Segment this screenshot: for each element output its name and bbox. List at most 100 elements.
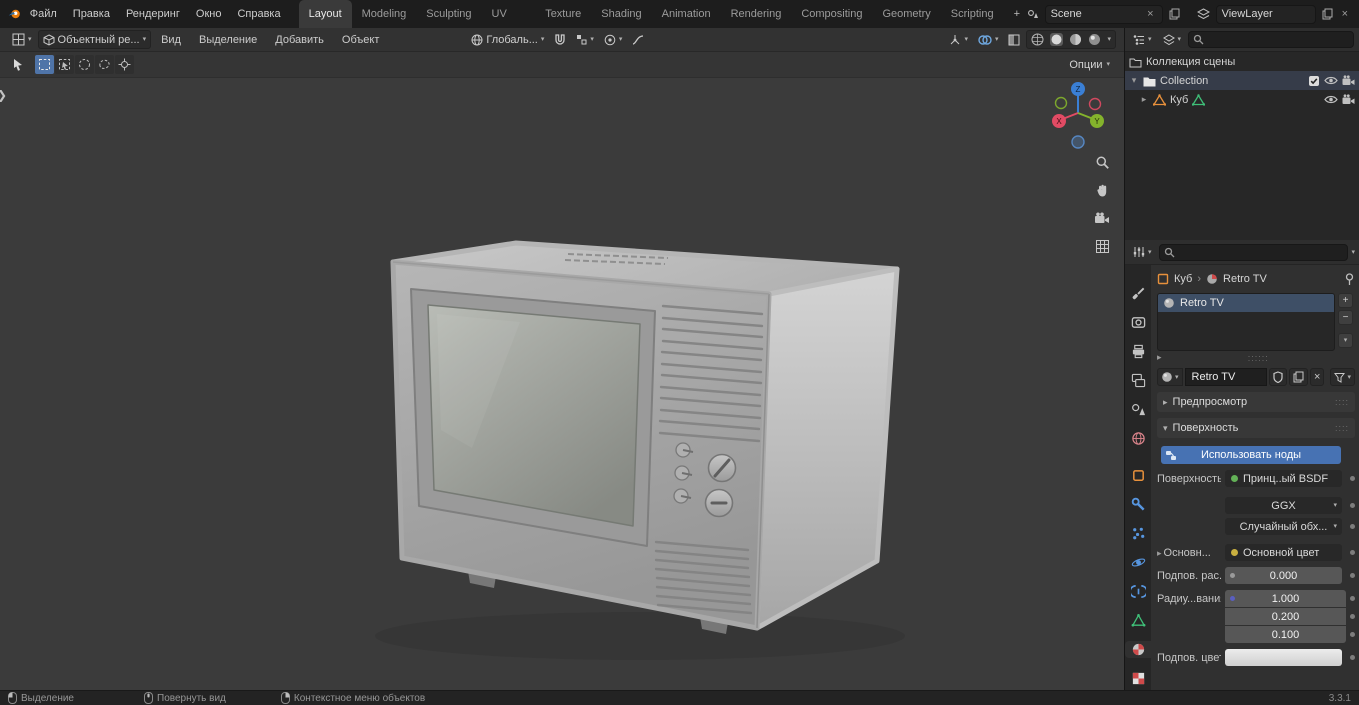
outliner-row-scene-collection[interactable]: Коллекция сцены bbox=[1125, 52, 1359, 71]
overlays-toggle[interactable]: ▾ bbox=[974, 30, 1003, 49]
outliner-display-mode[interactable]: ▾ bbox=[1159, 30, 1186, 49]
pin-icon[interactable] bbox=[1344, 272, 1355, 286]
tab-object[interactable] bbox=[1125, 467, 1151, 484]
panel-preview-header[interactable]: ▸ Предпросмотр :::: bbox=[1157, 392, 1355, 412]
add-workspace-button[interactable]: + bbox=[1004, 0, 1024, 28]
remove-slot-button[interactable]: − bbox=[1338, 310, 1353, 325]
panel-grip[interactable]: :::: bbox=[1335, 423, 1349, 433]
add-slot-button[interactable]: + bbox=[1338, 293, 1353, 308]
menu-edit[interactable]: Правка bbox=[65, 0, 118, 28]
decorator-dot[interactable] bbox=[1350, 476, 1355, 481]
decorator-dot[interactable] bbox=[1350, 655, 1355, 660]
tab-sculpting[interactable]: Sculpting bbox=[416, 0, 481, 28]
retro-tv-model[interactable] bbox=[0, 28, 1124, 690]
tab-view-layer[interactable] bbox=[1125, 372, 1151, 389]
radius-z-field[interactable]: 0.100 bbox=[1225, 626, 1346, 643]
proportional-editing-toggle[interactable]: ▾ bbox=[600, 30, 627, 49]
wireframe-shading-icon[interactable] bbox=[1031, 33, 1044, 46]
camera-visibility-icon[interactable] bbox=[1342, 94, 1355, 105]
decorator-dot[interactable] bbox=[1350, 524, 1355, 529]
properties-search-input[interactable] bbox=[1177, 246, 1344, 258]
eye-icon[interactable] bbox=[1324, 94, 1338, 105]
new-material-button[interactable] bbox=[1289, 368, 1309, 386]
tab-rendering[interactable]: Rendering bbox=[721, 0, 792, 28]
tab-world[interactable] bbox=[1125, 430, 1151, 447]
outliner-row-cube[interactable]: ▸ Куб bbox=[1125, 90, 1359, 109]
material-name-field[interactable]: Retro TV bbox=[1184, 368, 1268, 386]
select-tweak-tool[interactable] bbox=[55, 55, 74, 74]
camera-view-icon[interactable] bbox=[1092, 208, 1112, 228]
camera-visibility-icon[interactable] bbox=[1342, 75, 1355, 86]
solid-shading-icon[interactable] bbox=[1050, 33, 1064, 46]
decorator-dot[interactable] bbox=[1350, 550, 1355, 555]
tab-modeling[interactable]: Modeling bbox=[352, 0, 417, 28]
tab-render[interactable] bbox=[1125, 314, 1151, 331]
snap-toggle[interactable] bbox=[550, 30, 570, 49]
slot-specials-button[interactable]: ▾ bbox=[1338, 333, 1353, 348]
tab-constraints[interactable] bbox=[1125, 583, 1151, 600]
properties-editor-type-button[interactable]: ▾ bbox=[1129, 243, 1156, 262]
menu-view[interactable]: Вид bbox=[153, 28, 189, 52]
xray-toggle[interactable] bbox=[1004, 30, 1024, 49]
checkbox-icon[interactable] bbox=[1308, 75, 1320, 87]
decorator-dot[interactable] bbox=[1350, 614, 1355, 619]
select-circle-tool[interactable] bbox=[75, 55, 94, 74]
viewlayer-icon[interactable] bbox=[1194, 8, 1213, 20]
zoom-tool-icon[interactable] bbox=[1092, 152, 1112, 172]
tab-tool[interactable] bbox=[1125, 285, 1151, 302]
falloff-selector[interactable] bbox=[628, 30, 648, 49]
options-dropdown[interactable]: Опции ▾ bbox=[1069, 59, 1110, 71]
scene-browse-icon[interactable] bbox=[1024, 8, 1042, 20]
perspective-toggle-icon[interactable] bbox=[1092, 236, 1112, 256]
tab-scene[interactable] bbox=[1125, 401, 1151, 418]
select-box-tool[interactable] bbox=[35, 55, 54, 74]
tab-shading[interactable]: Shading bbox=[591, 0, 651, 28]
tab-uv-editing[interactable]: UV Editing bbox=[482, 0, 536, 48]
distribution-dropdown[interactable]: GGX ▾ bbox=[1225, 497, 1342, 514]
pan-hand-icon[interactable] bbox=[1092, 180, 1112, 200]
subsurface-color-swatch[interactable] bbox=[1225, 649, 1342, 666]
tab-scripting[interactable]: Scripting bbox=[941, 0, 1004, 28]
menu-add[interactable]: Добавить bbox=[267, 28, 332, 52]
tab-layout[interactable]: Layout bbox=[298, 0, 352, 28]
decorator-dot[interactable] bbox=[1350, 632, 1355, 637]
menu-help[interactable]: Справка bbox=[229, 0, 288, 28]
unlink-material-button[interactable]: × bbox=[1310, 368, 1325, 386]
radius-y-field[interactable]: 0.200 bbox=[1225, 608, 1346, 625]
menu-file[interactable]: Файл bbox=[22, 0, 65, 28]
tab-texture-paint[interactable]: Texture Paint bbox=[535, 0, 591, 48]
blender-logo-icon[interactable] bbox=[8, 7, 22, 21]
scene-unlink-icon[interactable]: × bbox=[1144, 8, 1156, 20]
mode-selector[interactable]: Объектный ре... ▾ bbox=[37, 30, 152, 49]
radius-x-field[interactable]: 1.000 bbox=[1225, 590, 1346, 607]
toolbar-expand-arrow[interactable]: ❯ bbox=[0, 88, 7, 102]
tab-material[interactable] bbox=[1125, 641, 1151, 658]
show-gizmo-toggle[interactable]: ▾ bbox=[945, 30, 972, 49]
transform-orientation-selector[interactable]: Глобаль... ▾ bbox=[467, 30, 548, 49]
chevron-down-icon[interactable]: ▾ bbox=[1351, 249, 1355, 256]
tab-texture[interactable] bbox=[1125, 670, 1151, 687]
outliner-search-input[interactable] bbox=[1207, 33, 1350, 46]
tab-compositing[interactable]: Compositing bbox=[791, 0, 872, 28]
viewport-3d[interactable]: ▾ Объектный ре... ▾ Вид Выделение Добави… bbox=[0, 28, 1124, 690]
properties-search[interactable] bbox=[1158, 243, 1349, 261]
expand-arrow-icon[interactable]: ▾ bbox=[1129, 75, 1139, 86]
outliner-editor-type-button[interactable]: ▾ bbox=[1129, 30, 1156, 49]
rendered-shading-icon[interactable] bbox=[1088, 33, 1101, 46]
panel-surface-header[interactable]: ▾ Поверхность :::: bbox=[1157, 418, 1355, 438]
tab-object-data[interactable] bbox=[1125, 612, 1151, 629]
decorator-dot[interactable] bbox=[1350, 596, 1355, 601]
tab-animation[interactable]: Animation bbox=[652, 0, 721, 28]
fake-user-button[interactable] bbox=[1269, 368, 1288, 386]
panel-grip[interactable]: :::: bbox=[1335, 397, 1349, 407]
eye-icon[interactable] bbox=[1324, 75, 1338, 86]
new-scene-icon[interactable] bbox=[1166, 8, 1183, 20]
cursor-3d-tool[interactable] bbox=[115, 55, 134, 74]
select-lasso-tool[interactable] bbox=[95, 55, 114, 74]
tab-physics[interactable] bbox=[1125, 554, 1151, 571]
tab-modifiers[interactable] bbox=[1125, 496, 1151, 513]
material-shading-icon[interactable] bbox=[1069, 33, 1082, 46]
material-slot-active[interactable]: Retro TV bbox=[1158, 294, 1334, 312]
browse-material-button[interactable]: ▾ bbox=[1157, 368, 1183, 386]
editor-type-button[interactable]: ▾ bbox=[8, 30, 36, 49]
